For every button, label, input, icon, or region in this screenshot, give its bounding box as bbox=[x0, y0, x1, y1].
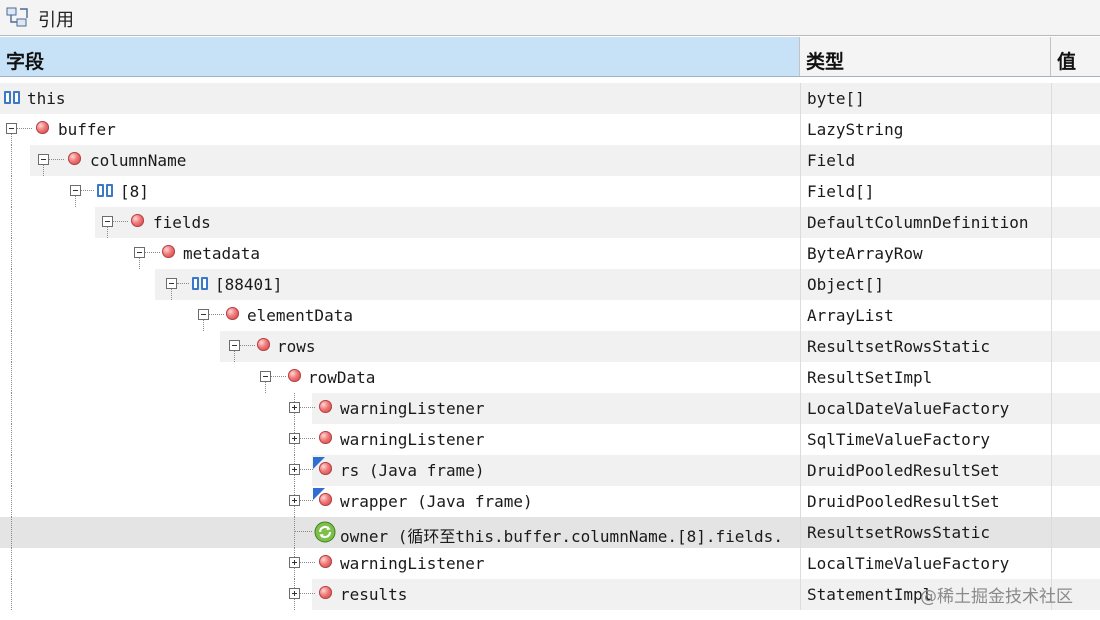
tree-row[interactable]: fields DefaultColumnDefinition bbox=[0, 207, 1100, 238]
tree-row-selected[interactable]: owner (循环至this.buffer.columnName.[8].fie… bbox=[0, 517, 1100, 548]
field-icon bbox=[319, 431, 332, 444]
tree-row-type: StatementImpl bbox=[807, 585, 933, 604]
tree-row-type: Object[] bbox=[807, 275, 885, 294]
field-icon bbox=[162, 245, 175, 258]
tree-row-name: rowData bbox=[308, 368, 376, 387]
collapse-toggle-icon[interactable] bbox=[102, 216, 113, 227]
expand-toggle-icon[interactable] bbox=[289, 433, 300, 444]
tree-row-type: byte[] bbox=[807, 89, 865, 108]
tree-row-name: warningListener bbox=[340, 430, 485, 449]
tree-row-type: LocalTimeValueFactory bbox=[807, 554, 1010, 573]
expand-toggle-icon[interactable] bbox=[289, 588, 300, 599]
tree-row-name: this bbox=[27, 89, 66, 108]
tree-row-type: DefaultColumnDefinition bbox=[807, 213, 1029, 232]
field-icon bbox=[288, 369, 301, 382]
tree-row-type: DruidPooledResultSet bbox=[807, 461, 1000, 480]
tree-row-name: [8] bbox=[120, 182, 149, 201]
tree-row[interactable]: warningListener SqlTimeValueFactory bbox=[0, 424, 1100, 455]
panel-title: 引用 bbox=[38, 10, 74, 31]
tree-row-type: ResultsetRowsStatic bbox=[807, 337, 991, 356]
column-header-field[interactable]: 字段 bbox=[0, 37, 800, 76]
collapse-toggle-icon[interactable] bbox=[70, 185, 81, 196]
tree-row-name: rs (Java frame) bbox=[340, 461, 485, 480]
tree-row[interactable]: warningListener LocalDateValueFactory bbox=[0, 393, 1100, 424]
tree-row[interactable]: elementData ArrayList bbox=[0, 300, 1100, 331]
collapse-toggle-icon[interactable] bbox=[134, 247, 145, 258]
expand-toggle-icon[interactable] bbox=[289, 495, 300, 506]
tree-row[interactable]: [88401] Object[] bbox=[0, 269, 1100, 300]
field-icon bbox=[319, 493, 332, 506]
tree-row-type: ByteArrayRow bbox=[807, 244, 923, 263]
tree-row-type: ResultSetImpl bbox=[807, 368, 933, 387]
tree-row-name: warningListener bbox=[340, 554, 485, 573]
tree-row[interactable]: rs (Java frame) DruidPooledResultSet bbox=[0, 455, 1100, 486]
tree-row-name: columnName bbox=[90, 151, 187, 170]
tree-row-name: elementData bbox=[247, 306, 353, 325]
tree-row[interactable]: warningListener LocalTimeValueFactory bbox=[0, 548, 1100, 579]
tree-row[interactable]: rows ResultsetRowsStatic bbox=[0, 331, 1100, 362]
field-icon bbox=[68, 152, 81, 165]
tree-row[interactable]: rowData ResultSetImpl bbox=[0, 362, 1100, 393]
collapse-toggle-icon[interactable] bbox=[38, 154, 49, 165]
column-header-row: 字段 类型 值 bbox=[0, 37, 1100, 77]
tree-row-type: Field[] bbox=[807, 182, 875, 201]
column-header-value[interactable]: 值 bbox=[1051, 37, 1100, 76]
tree-row-type: ArrayList bbox=[807, 306, 894, 325]
field-icon bbox=[319, 462, 332, 475]
tree-row-type: LocalDateValueFactory bbox=[807, 399, 1010, 418]
field-icon bbox=[319, 400, 332, 413]
field-icon bbox=[319, 586, 332, 599]
array-icon bbox=[192, 277, 208, 290]
field-icon bbox=[319, 555, 332, 568]
field-icon bbox=[36, 121, 49, 134]
panel-title-bar: 引用 bbox=[0, 0, 1100, 36]
tree-row-type: ResultsetRowsStatic bbox=[807, 523, 991, 542]
tree-row-name: fields bbox=[153, 213, 211, 232]
field-icon bbox=[257, 338, 270, 351]
watermark: @稀土掘金技术社区 bbox=[920, 587, 1073, 607]
collapse-toggle-icon[interactable] bbox=[166, 278, 177, 289]
expand-toggle-icon[interactable] bbox=[289, 402, 300, 413]
tree-row-name: owner (循环至this.buffer.columnName.[8].fie… bbox=[340, 527, 783, 546]
array-icon bbox=[97, 184, 113, 197]
tree-row-type: Field bbox=[807, 151, 856, 170]
collapse-toggle-icon[interactable] bbox=[198, 309, 209, 320]
tree-row[interactable]: wrapper (Java frame) DruidPooledResultSe… bbox=[0, 486, 1100, 517]
expand-toggle-icon[interactable] bbox=[289, 464, 300, 475]
collapse-toggle-icon[interactable] bbox=[6, 123, 17, 134]
tree-row-name: wrapper (Java frame) bbox=[340, 492, 533, 511]
field-icon bbox=[131, 214, 144, 227]
tree-row[interactable]: [8] Field[] bbox=[0, 176, 1100, 207]
tree-row[interactable]: metadata ByteArrayRow bbox=[0, 238, 1100, 269]
tree-row[interactable]: buffer LazyString bbox=[0, 114, 1100, 145]
expand-toggle-icon[interactable] bbox=[289, 557, 300, 568]
tree-row-type: LazyString bbox=[807, 120, 904, 139]
cycle-icon bbox=[314, 521, 336, 543]
tree-row-name: metadata bbox=[183, 244, 261, 263]
tree-row-type: DruidPooledResultSet bbox=[807, 492, 1000, 511]
tree-row-name: [88401] bbox=[215, 275, 283, 294]
field-icon bbox=[226, 307, 239, 320]
tree-row-name: results bbox=[340, 585, 408, 604]
tree-row[interactable]: this byte[] bbox=[0, 83, 1100, 114]
column-header-type[interactable]: 类型 bbox=[800, 37, 1051, 76]
tree-row[interactable]: columnName Field bbox=[0, 145, 1100, 176]
tree-row-type: SqlTimeValueFactory bbox=[807, 430, 991, 449]
references-icon bbox=[6, 7, 28, 27]
tree-row-name: rows bbox=[277, 337, 316, 356]
tree-row-name: buffer bbox=[58, 120, 116, 139]
collapse-toggle-icon[interactable] bbox=[229, 340, 240, 351]
collapse-toggle-icon[interactable] bbox=[260, 371, 271, 382]
tree-row-name: warningListener bbox=[340, 399, 485, 418]
array-icon bbox=[4, 91, 20, 104]
